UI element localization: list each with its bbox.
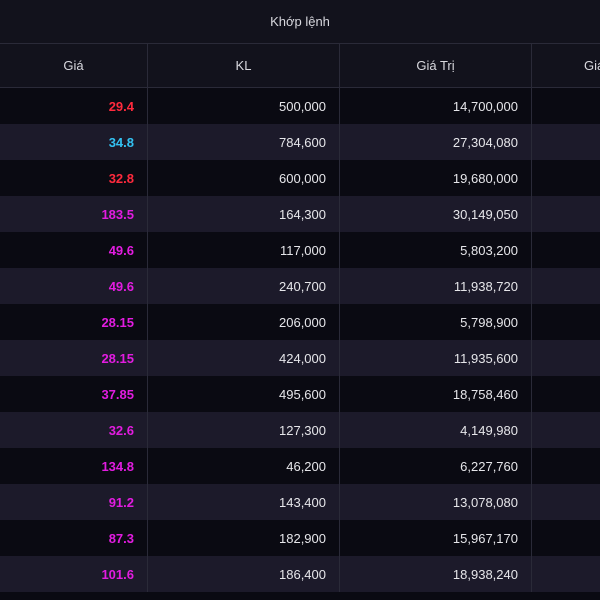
extra-cell: [532, 268, 600, 304]
table-body: 29.4 500,000 14,700,000 34.8 784,600 27,304,0…: [0, 88, 600, 592]
price-cell: 183.5: [0, 196, 148, 232]
extra-cell: [532, 484, 600, 520]
column-header-row: Giá KL Giá Trị Giá: [0, 44, 600, 88]
extra-cell: [532, 160, 600, 196]
volume-cell: 784,600: [148, 124, 340, 160]
volume-cell: 424,000: [148, 340, 340, 376]
table-row[interactable]: 49.6 240,700 11,938,720: [0, 268, 600, 304]
value-cell: 30,149,050: [340, 196, 532, 232]
table-row[interactable]: 134.8 46,200 6,227,760: [0, 448, 600, 484]
price-cell: 32.6: [0, 412, 148, 448]
value-cell: 11,938,720: [340, 268, 532, 304]
volume-cell: 143,400: [148, 484, 340, 520]
price-cell: 37.85: [0, 376, 148, 412]
volume-cell: 182,900: [148, 520, 340, 556]
value-cell: 27,304,080: [340, 124, 532, 160]
table-row[interactable]: 87.3 182,900 15,967,170: [0, 520, 600, 556]
table-row[interactable]: 32.6 127,300 4,149,980: [0, 412, 600, 448]
table-row[interactable]: 34.8 784,600 27,304,080: [0, 124, 600, 160]
value-cell: 15,967,170: [340, 520, 532, 556]
extra-cell: [532, 88, 600, 124]
column-header-volume[interactable]: KL: [148, 44, 340, 87]
value-cell: 13,078,080: [340, 484, 532, 520]
value-cell: 11,935,600: [340, 340, 532, 376]
extra-cell: [532, 304, 600, 340]
extra-cell: [532, 340, 600, 376]
price-cell: 49.6: [0, 232, 148, 268]
value-cell: 19,680,000: [340, 160, 532, 196]
value-cell: 18,938,240: [340, 556, 532, 592]
price-cell: 134.8: [0, 448, 148, 484]
extra-cell: [532, 196, 600, 232]
group-header: Khớp lệnh: [0, 0, 600, 44]
table-row[interactable]: 29.4 500,000 14,700,000: [0, 88, 600, 124]
volume-cell: 500,000: [148, 88, 340, 124]
table-row[interactable]: 101.6 186,400 18,938,240: [0, 556, 600, 592]
table-row[interactable]: 32.8 600,000 19,680,000: [0, 160, 600, 196]
price-cell: 87.3: [0, 520, 148, 556]
extra-cell: [532, 124, 600, 160]
value-cell: 6,227,760: [340, 448, 532, 484]
value-cell: 14,700,000: [340, 88, 532, 124]
price-cell: 34.8: [0, 124, 148, 160]
price-cell: 32.8: [0, 160, 148, 196]
volume-cell: 600,000: [148, 160, 340, 196]
extra-cell: [532, 232, 600, 268]
price-cell: 101.6: [0, 556, 148, 592]
table-row[interactable]: 37.85 495,600 18,758,460: [0, 376, 600, 412]
volume-cell: 117,000: [148, 232, 340, 268]
table-row[interactable]: 28.15 206,000 5,798,900: [0, 304, 600, 340]
column-header-price[interactable]: Giá: [0, 44, 148, 87]
price-cell: 49.6: [0, 268, 148, 304]
price-cell: 91.2: [0, 484, 148, 520]
column-header-extra[interactable]: Giá: [532, 44, 600, 87]
extra-cell: [532, 376, 600, 412]
column-header-value[interactable]: Giá Trị: [340, 44, 532, 87]
volume-cell: 495,600: [148, 376, 340, 412]
table-row[interactable]: 28.15 424,000 11,935,600: [0, 340, 600, 376]
price-cell: 28.15: [0, 304, 148, 340]
volume-cell: 127,300: [148, 412, 340, 448]
table-row[interactable]: 183.5 164,300 30,149,050: [0, 196, 600, 232]
extra-cell: [532, 520, 600, 556]
value-cell: 5,798,900: [340, 304, 532, 340]
table-row[interactable]: 49.6 117,000 5,803,200: [0, 232, 600, 268]
value-cell: 18,758,460: [340, 376, 532, 412]
volume-cell: 46,200: [148, 448, 340, 484]
extra-cell: [532, 448, 600, 484]
volume-cell: 164,300: [148, 196, 340, 232]
volume-cell: 186,400: [148, 556, 340, 592]
group-title: Khớp lệnh: [270, 14, 330, 29]
value-cell: 5,803,200: [340, 232, 532, 268]
matched-orders-table: Khớp lệnh Giá KL Giá Trị Giá 29.4500,000…: [0, 0, 600, 600]
extra-cell: [532, 412, 600, 448]
value-cell: 4,149,980: [340, 412, 532, 448]
price-cell: 28.15: [0, 340, 148, 376]
extra-cell: [532, 556, 600, 592]
table-row[interactable]: 91.2 143,400 13,078,080: [0, 484, 600, 520]
price-cell: 29.4: [0, 88, 148, 124]
volume-cell: 240,700: [148, 268, 340, 304]
volume-cell: 206,000: [148, 304, 340, 340]
